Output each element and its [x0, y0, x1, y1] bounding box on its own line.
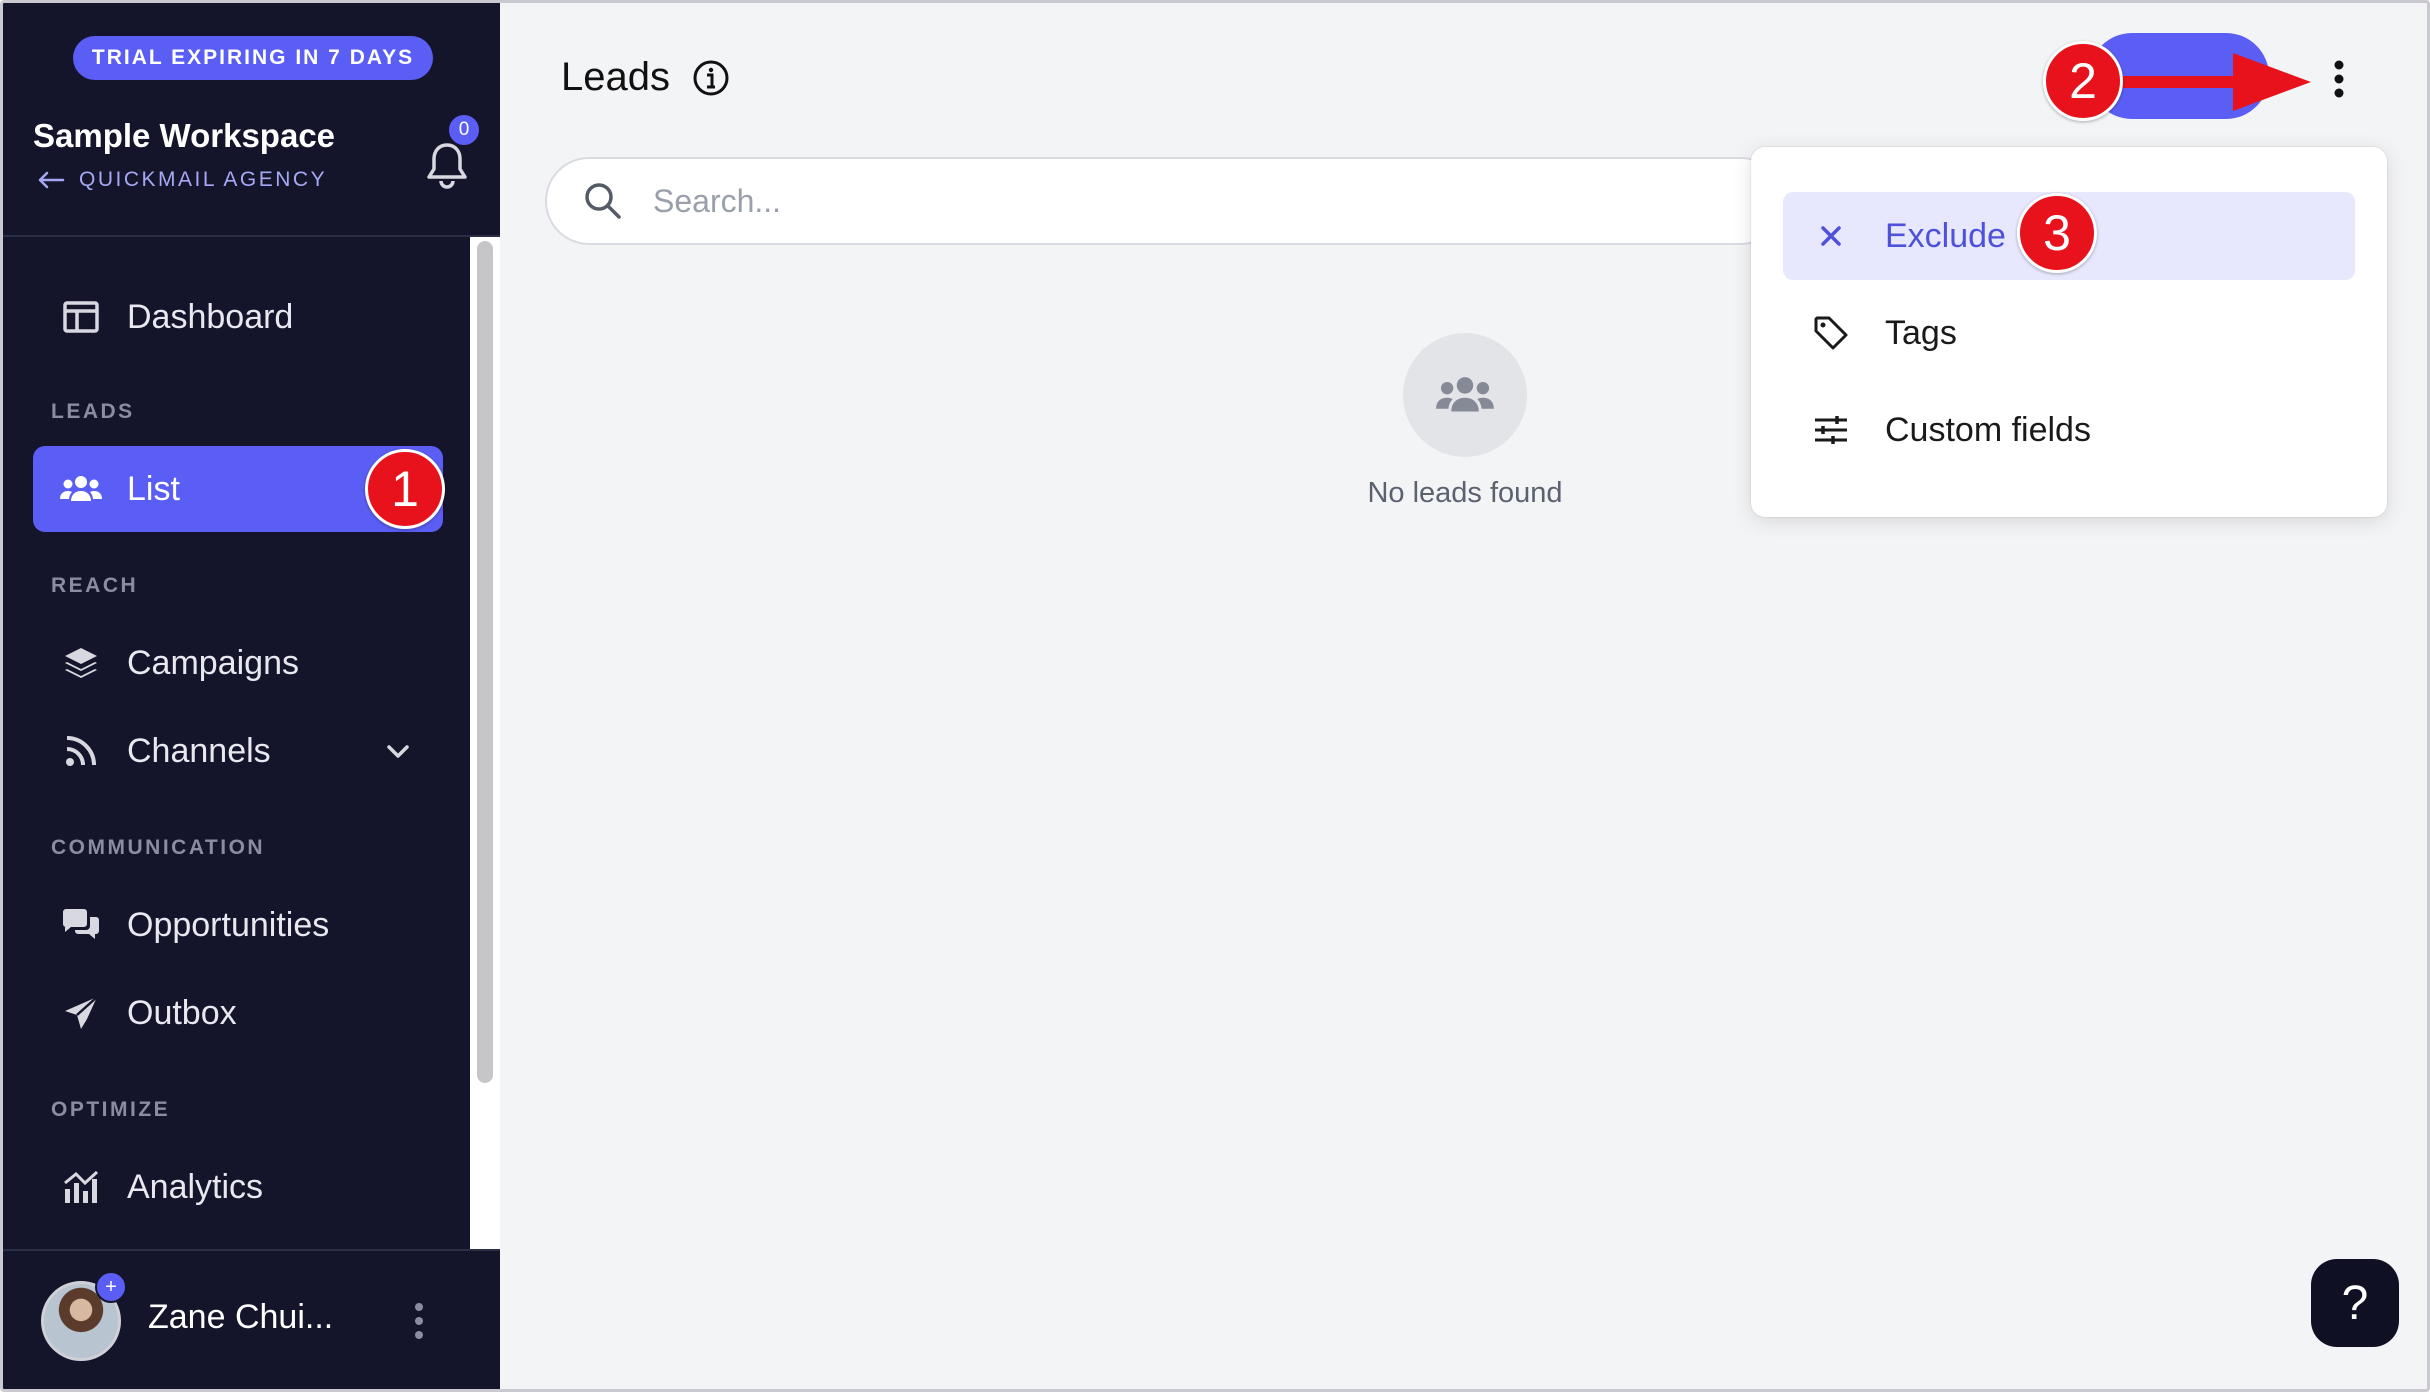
analytics-icon	[59, 1165, 103, 1209]
sidebar-item-label: List	[127, 469, 180, 508]
search-icon	[585, 183, 621, 219]
section-reach: REACH	[51, 574, 139, 597]
sidebar-footer-divider	[3, 1249, 500, 1251]
sidebar-item-label: Outbox	[127, 993, 237, 1032]
sidebar-item-label: Campaigns	[127, 643, 299, 682]
sidebar-item-label: Opportunities	[127, 905, 330, 944]
user-name[interactable]: Zane Chui...	[148, 1298, 333, 1337]
sidebar-item-dashboard[interactable]: Dashboard	[33, 274, 443, 360]
annotation-arrow-icon	[2113, 53, 2311, 111]
paper-plane-icon	[59, 991, 103, 1035]
info-icon[interactable]	[692, 59, 730, 97]
sidebar-scrollbar-thumb[interactable]	[477, 241, 493, 1083]
sidebar-item-channels[interactable]: Channels	[33, 708, 443, 794]
sidebar-item-label: Analytics	[127, 1167, 264, 1206]
sidebar: TRIAL EXPIRING IN 7 DAYS Sample Workspac…	[3, 3, 500, 1389]
users-icon	[59, 467, 103, 511]
step-marker-1: 1	[365, 449, 445, 529]
sidebar-item-label: Dashboard	[127, 297, 294, 336]
section-communication: COMMUNICATION	[51, 836, 266, 859]
page-title-row: Leads	[561, 55, 730, 100]
search-bar	[545, 157, 1785, 245]
sidebar-item-opportunities[interactable]: Opportunities	[33, 882, 443, 968]
avatar-add-badge[interactable]: +	[95, 1271, 127, 1303]
agency-back-link[interactable]: QUICKMAIL AGENCY	[37, 168, 327, 192]
menu-item-tags[interactable]: Tags	[1783, 289, 2355, 377]
agency-label: QUICKMAIL AGENCY	[79, 168, 328, 191]
layers-icon	[59, 641, 103, 685]
notification-count-badge: 0	[447, 113, 481, 147]
users-icon	[1436, 377, 1494, 412]
close-icon	[1811, 216, 1851, 256]
sidebar-item-campaigns[interactable]: Campaigns	[33, 620, 443, 706]
trial-badge[interactable]: TRIAL EXPIRING IN 7 DAYS	[73, 36, 433, 80]
dashboard-icon	[59, 295, 103, 339]
app-window: TRIAL EXPIRING IN 7 DAYS Sample Workspac…	[0, 0, 2430, 1392]
menu-item-label: Tags	[1885, 313, 1957, 352]
menu-item-label: Custom fields	[1885, 410, 2091, 449]
step-marker-2: 2	[2043, 41, 2123, 121]
chevron-down-icon[interactable]	[383, 736, 413, 766]
chat-bubbles-icon	[59, 903, 103, 947]
arrow-left-icon	[38, 171, 65, 189]
user-menu-kebab-icon[interactable]	[411, 1301, 427, 1341]
sidebar-item-label: Channels	[127, 731, 271, 770]
sliders-icon	[1811, 410, 1851, 450]
menu-item-custom-fields[interactable]: Custom fields	[1783, 386, 2355, 474]
step-marker-3: 3	[2017, 193, 2097, 273]
page-title: Leads	[561, 55, 670, 99]
help-button[interactable]: ?	[2311, 1259, 2399, 1347]
section-optimize: OPTIMIZE	[51, 1098, 171, 1121]
section-leads: LEADS	[51, 400, 135, 423]
menu-item-label: Exclude	[1885, 216, 2006, 255]
tag-icon	[1811, 313, 1851, 353]
empty-state-icon-circle	[1403, 333, 1527, 457]
sidebar-divider	[3, 235, 500, 237]
search-input[interactable]	[653, 182, 1553, 220]
workspace-name[interactable]: Sample Workspace	[33, 117, 335, 155]
more-options-icon[interactable]	[2331, 59, 2347, 99]
rss-icon	[59, 729, 103, 773]
sidebar-item-outbox[interactable]: Outbox	[33, 970, 443, 1056]
empty-state-text: No leads found	[1367, 477, 1563, 509]
sidebar-item-analytics[interactable]: Analytics	[33, 1144, 443, 1230]
